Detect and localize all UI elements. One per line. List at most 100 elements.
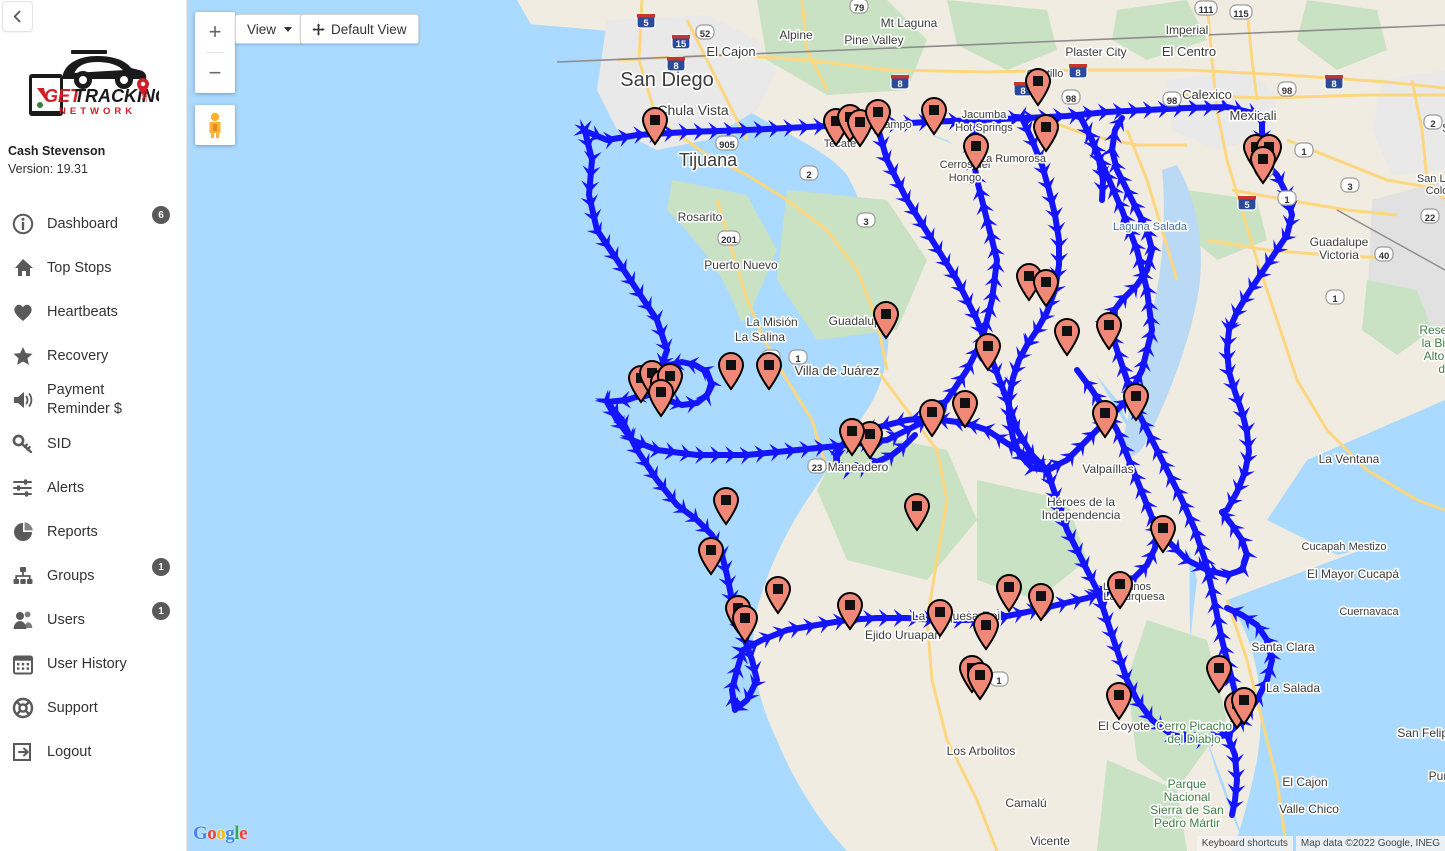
map-pin-center-square	[721, 495, 731, 505]
map-label: ValpaíllasValpaíllas	[1081, 460, 1135, 477]
sidebar-item-groups[interactable]: Groups 1	[0, 554, 186, 598]
sidebar-item-user-history[interactable]: User History	[0, 642, 186, 686]
svg-text:98: 98	[1167, 96, 1178, 107]
map-label: El CentroEl Centro	[1160, 42, 1217, 60]
map-label: El CajonEl Cajon	[705, 42, 757, 60]
map-label: Chula VistaChula Vista	[656, 100, 731, 119]
map-pin-center-square	[1033, 76, 1043, 86]
map-route-shield: 8	[1324, 74, 1344, 90]
google-map-canvas[interactable]: San DiegoSan Diego TijuanaTijuana Chula Vi…	[187, 0, 1445, 851]
svg-text:Mt Laguna: Mt Laguna	[881, 16, 938, 30]
map-route-shield: 2	[1423, 114, 1443, 130]
map-pin-center-square	[1062, 326, 1072, 336]
zoom-in-button[interactable]: +	[195, 12, 235, 52]
map-pin-center-square	[935, 607, 945, 617]
map-pin-center-square	[1104, 320, 1114, 330]
sidebar-item-top-stops[interactable]: Top Stops	[0, 246, 186, 290]
zoom-out-button[interactable]: −	[195, 53, 235, 93]
map-pin-center-square	[1258, 154, 1268, 164]
map-pin-center-square	[665, 371, 675, 381]
map-pin-center-square	[726, 360, 736, 370]
lifebuoy-icon	[8, 693, 38, 723]
view-dropdown-button[interactable]: View	[235, 14, 305, 44]
svg-text:79: 79	[854, 3, 865, 14]
map-route-shield: 5	[1237, 195, 1257, 211]
sidebar-item-badge: 1	[152, 558, 170, 576]
map-pin-center-square	[855, 117, 865, 127]
sidebar-item-label: User History	[47, 655, 127, 672]
map-label: CamalúCamalú	[1004, 794, 1049, 811]
map-route-shield: 52	[695, 24, 715, 40]
svg-text:Sierra de San: Sierra de San	[1150, 803, 1223, 817]
map-pin-center-square	[981, 620, 991, 630]
map-pin-center-square	[656, 387, 666, 397]
map-pin-center-square	[1131, 391, 1141, 401]
svg-text:Victoria: Victoria	[1319, 248, 1359, 262]
sidebar-item-label: Groups	[47, 567, 95, 584]
map-viewport[interactable]: San Diego San Diego Tijuana Tijuana Chula Vi…	[187, 0, 1445, 851]
map-label: Héroes de laHéroes de la	[1045, 493, 1117, 510]
app-root: GET TRACKING .NET NETWORK Cash Stevenson…	[0, 0, 1445, 851]
svg-text:3: 3	[863, 217, 868, 228]
map-pin-center-square	[873, 107, 883, 117]
gettracking-network-logo-icon: GET TRACKING .NET NETWORK	[29, 50, 159, 117]
svg-text:1: 1	[1332, 294, 1338, 305]
map-label: La RumorosaLa Rumorosa	[978, 151, 1048, 166]
map-label: VictoriaVictoria	[1318, 246, 1361, 263]
map-pin-center-square	[1158, 523, 1168, 533]
svg-text:1: 1	[1284, 195, 1290, 206]
map-label: ManeaderoManeadero	[826, 458, 890, 475]
svg-text:Imperial: Imperial	[1166, 23, 1209, 37]
map-route-shield: 115	[1229, 4, 1253, 20]
sidebar-item-label: Heartbeats	[47, 303, 118, 320]
sidebar-item-logout[interactable]: Logout	[0, 730, 186, 774]
svg-text:San Luis Rio: San Luis Rio	[1417, 173, 1445, 185]
map-label: Los ArbolitosLos Arbolitos	[945, 742, 1017, 759]
brand-logo[interactable]: GET TRACKING .NET NETWORK	[0, 38, 186, 130]
map-label: Punta EstrellaPunta Estrella	[1427, 767, 1445, 784]
users-icon	[8, 605, 38, 635]
svg-text:Chula Vista: Chula Vista	[657, 102, 729, 118]
svg-text:22: 22	[1425, 213, 1436, 224]
map-route-shield: 1	[1325, 289, 1345, 305]
map-zoom-control[interactable]: + −	[195, 12, 235, 93]
map-pin-center-square	[1214, 663, 1224, 673]
map-label: RosaritoRosarito	[676, 208, 724, 225]
sidebar-item-label: Top Stops	[47, 259, 112, 276]
sidebar-item-recovery[interactable]: Recovery	[0, 334, 186, 378]
svg-text:5: 5	[1244, 200, 1250, 211]
sidebar-item-users[interactable]: Users 1	[0, 598, 186, 642]
map-label: Laguna SaladaLaguna Salada	[1111, 219, 1189, 234]
map-label: VicenteVicente	[1028, 832, 1071, 849]
default-view-button[interactable]: Default View	[300, 14, 419, 44]
map-route-shield: 3	[1340, 177, 1360, 193]
street-view-pegman-icon[interactable]	[195, 105, 235, 145]
sidebar-item-reports[interactable]: Reports	[0, 510, 186, 554]
sidebar-item-badge: 1	[152, 602, 170, 620]
map-label: Valle ChicoValle Chico	[1277, 800, 1340, 817]
svg-text:Mexicali: Mexicali	[1230, 108, 1277, 123]
sidebar-item-support[interactable]: Support	[0, 686, 186, 730]
map-label: San DiegoSan Diego	[619, 67, 716, 92]
sidebar-item-sid[interactable]: SID	[0, 422, 186, 466]
svg-text:la Biosfera: la Biosfera	[1422, 336, 1445, 350]
svg-text:115: 115	[1233, 9, 1249, 20]
svg-text:Ejido Uruapan: Ejido Uruapan	[865, 628, 941, 642]
home-icon	[8, 253, 38, 283]
svg-text:Parque: Parque	[1168, 777, 1207, 791]
sidebar-item-dashboard[interactable]: Dashboard 6	[0, 202, 186, 246]
sidebar-item-payment-reminder[interactable]: Payment Reminder $	[0, 378, 186, 422]
arrows-move-icon	[312, 22, 325, 36]
keyboard-shortcuts-link[interactable]: Keyboard shortcuts	[1196, 835, 1293, 851]
calendar-icon	[8, 649, 38, 679]
sidebar-collapse-button[interactable]	[2, 1, 33, 32]
sidebar-item-alerts[interactable]: Alerts	[0, 466, 186, 510]
sidebar-item-heartbeats[interactable]: Heartbeats	[0, 290, 186, 334]
map-pin-center-square	[865, 429, 875, 439]
map-route-shield: 201	[717, 230, 741, 246]
svg-text:San Felipe: San Felipe	[1397, 726, 1445, 740]
svg-text:Laguna Salada: Laguna Salada	[1113, 221, 1188, 233]
map-route-shield: 5	[636, 13, 656, 29]
svg-text:8: 8	[1020, 86, 1025, 97]
map-pin-center-square	[740, 613, 750, 623]
